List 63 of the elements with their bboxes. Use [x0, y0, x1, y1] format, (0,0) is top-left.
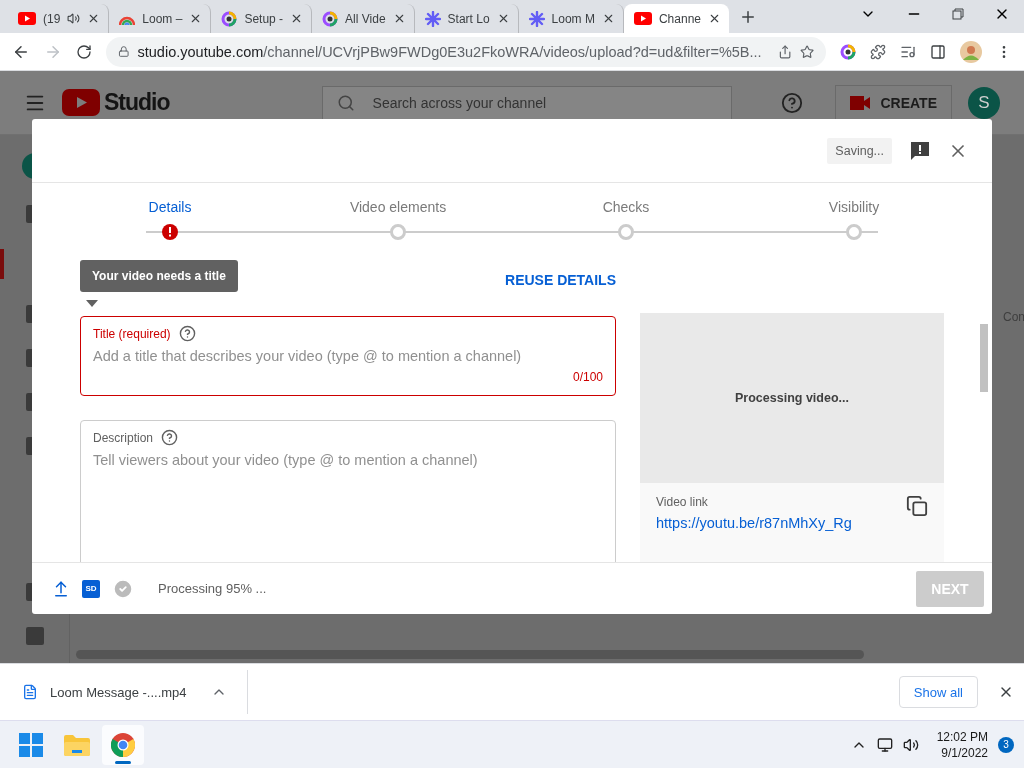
copy-icon[interactable] [906, 495, 928, 517]
clock-time: 12:02 PM [936, 729, 988, 744]
speaker-icon[interactable] [902, 736, 919, 753]
taskbar-app[interactable] [102, 724, 144, 765]
check-icon [112, 577, 134, 600]
download-file-name[interactable]: Loom Message -....mp4 [50, 684, 187, 700]
play-logo-icon [62, 89, 100, 116]
clock-date: 9/1/2022 [941, 745, 988, 760]
ring-icon [322, 10, 339, 27]
search-field[interactable]: Search across your channel [321, 85, 732, 120]
video-play-icon [633, 12, 652, 25]
quality-badge: SD [82, 579, 100, 598]
reload-icon[interactable] [76, 43, 92, 60]
tooltip: Your video needs a title [80, 260, 238, 292]
network-icon[interactable] [876, 736, 893, 753]
share-icon[interactable] [777, 43, 792, 60]
character-counter: 0/100 [572, 370, 603, 384]
browser-logo-icon [111, 732, 135, 757]
restore-icon[interactable] [952, 7, 964, 20]
asterisk-icon [528, 10, 545, 27]
windows-logo-icon [19, 732, 43, 757]
lock-icon [118, 45, 130, 58]
processing-status: Processing 95% ... [158, 581, 267, 596]
reuse-details-link[interactable]: REUSE DETAILS [505, 272, 616, 288]
profile-avatar-icon[interactable] [960, 40, 982, 63]
extensions-icon[interactable] [870, 43, 886, 60]
browser-tab[interactable]: Channe [623, 4, 729, 33]
field-label: Description [93, 430, 154, 445]
studio-logo-text: Studio [104, 89, 170, 116]
step-tab[interactable]: Video elements [349, 199, 447, 215]
scrollbar-thumb[interactable] [980, 324, 988, 392]
folder-icon [64, 733, 90, 756]
active-item-marker [0, 249, 4, 279]
address-bar[interactable]: studio.youtube.com/channel/UCVrjPBw9FWDg0E3u2FkoWRA/videos/upload?d=ud&filter=%5B... [106, 36, 826, 67]
help-icon[interactable] [781, 91, 804, 114]
video-link-label: Video link [656, 495, 709, 509]
file-icon [22, 684, 38, 700]
video-play-icon [18, 12, 36, 25]
step-tab[interactable]: Details [148, 199, 192, 215]
video-link[interactable]: https://youtu.be/r87nMhXy_Rg [656, 515, 852, 531]
field-label: Title (required) [93, 326, 171, 341]
ring-icon [221, 10, 238, 27]
show-all-button[interactable]: Show all [898, 676, 978, 708]
avatar[interactable]: S [968, 86, 1000, 119]
ring-icon [840, 43, 856, 60]
bookmark-star-icon[interactable] [799, 43, 814, 60]
saving-status: Saving... [827, 137, 892, 164]
video-camera-icon [850, 95, 871, 110]
help-icon[interactable] [178, 325, 196, 342]
video-preview: Processing video... [640, 313, 944, 483]
speaker-icon[interactable] [67, 12, 81, 25]
side-panel-icon[interactable] [930, 43, 946, 60]
scrollbar-thumb[interactable] [76, 650, 864, 659]
step-tab[interactable]: Visibility [828, 199, 880, 215]
upload-icon [52, 579, 70, 598]
notification-badge[interactable]: 3 [998, 736, 1014, 753]
step-tab[interactable]: Checks [602, 199, 650, 215]
search-icon [336, 93, 355, 112]
close-tab-icon[interactable] [708, 12, 721, 25]
tooltip-arrow-icon [86, 300, 98, 307]
url-text: studio.youtube.com/channel/UCVrjPBw9FWDg0E3u2FkoWRA/videos/upload?d=ud&filter=%5B... [137, 43, 762, 60]
help-icon[interactable] [161, 429, 179, 446]
asterisk-icon [424, 10, 441, 27]
